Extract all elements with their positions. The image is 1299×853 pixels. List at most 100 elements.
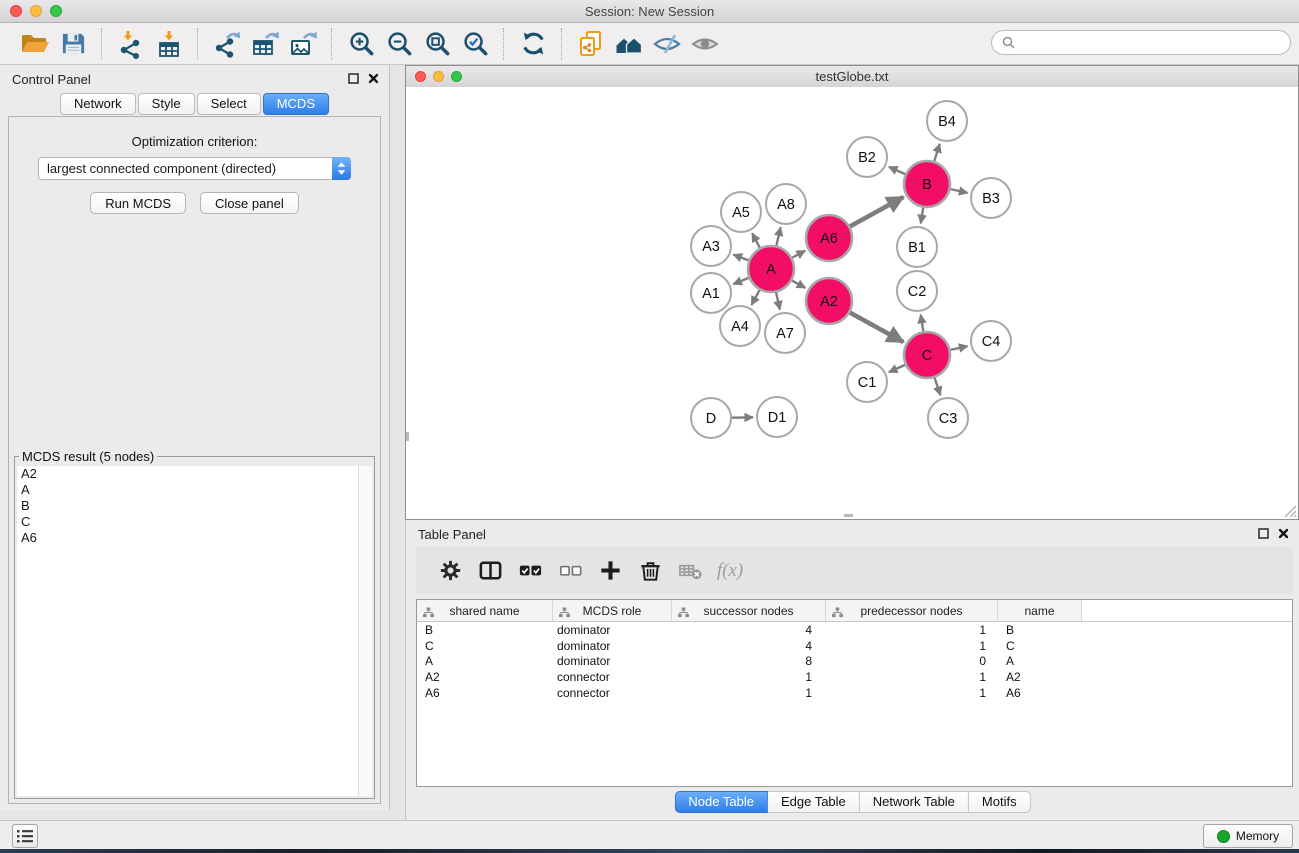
open-session-button[interactable] xyxy=(18,27,52,61)
hide-selected-button[interactable] xyxy=(650,27,684,61)
zoom-in-button[interactable] xyxy=(344,27,378,61)
edge-B-B1[interactable] xyxy=(921,208,923,224)
node-B[interactable]: B xyxy=(904,161,950,207)
close-panel-icon[interactable] xyxy=(368,73,379,84)
column-header-predecessor-nodes[interactable]: predecessor nodes xyxy=(826,600,998,621)
tab-network-table[interactable]: Network Table xyxy=(860,791,969,813)
node-A5[interactable]: A5 xyxy=(721,192,761,232)
node-A[interactable]: A xyxy=(748,246,794,292)
panel-toggle-button[interactable] xyxy=(12,824,38,848)
split-table-button[interactable] xyxy=(475,556,505,586)
select-all-rows-button[interactable] xyxy=(515,556,545,586)
close-window-button[interactable] xyxy=(10,5,22,17)
edge-A-A3[interactable] xyxy=(733,255,748,261)
edge-B-B3[interactable] xyxy=(950,189,967,193)
export-network-button[interactable] xyxy=(210,27,244,61)
edge-B-B4[interactable] xyxy=(934,144,939,161)
node-A1[interactable]: A1 xyxy=(691,273,731,313)
tab-motifs[interactable]: Motifs xyxy=(969,791,1031,813)
edge-A-A8[interactable] xyxy=(776,227,780,245)
result-item[interactable]: A6 xyxy=(17,530,358,546)
node-D1[interactable]: D1 xyxy=(757,397,797,437)
node-A8[interactable]: A8 xyxy=(766,184,806,224)
memory-button[interactable]: Memory xyxy=(1203,824,1293,848)
edge-A-A5[interactable] xyxy=(752,233,760,248)
result-item[interactable]: A xyxy=(17,482,358,498)
column-header-name[interactable]: name xyxy=(998,600,1082,621)
node-C2[interactable]: C2 xyxy=(897,271,937,311)
node-A2[interactable]: A2 xyxy=(806,278,852,324)
node-A4[interactable]: A4 xyxy=(720,306,760,346)
zoom-selected-button[interactable] xyxy=(458,27,492,61)
zoom-out-button[interactable] xyxy=(382,27,416,61)
table-row[interactable]: A6connector11A6 xyxy=(417,685,1292,701)
edge-A-A7[interactable] xyxy=(776,292,780,309)
table-row[interactable]: Bdominator41B xyxy=(417,622,1292,638)
result-scrollbar-track[interactable] xyxy=(358,466,372,796)
import-table-button[interactable] xyxy=(152,27,186,61)
clone-network-button[interactable] xyxy=(574,27,608,61)
delete-columns-button[interactable] xyxy=(635,556,665,586)
edge-A2-C[interactable] xyxy=(850,313,903,342)
table-row[interactable]: A2connector11A2 xyxy=(417,669,1292,685)
node-A7[interactable]: A7 xyxy=(765,313,805,353)
node-C4[interactable]: C4 xyxy=(971,321,1011,361)
criterion-select[interactable]: largest connected component (directed) xyxy=(38,157,351,180)
minimize-window-button[interactable] xyxy=(30,5,42,17)
result-item[interactable]: B xyxy=(17,498,358,514)
node-A6[interactable]: A6 xyxy=(806,215,852,261)
tab-style[interactable]: Style xyxy=(138,93,195,115)
refresh-view-button[interactable] xyxy=(516,27,550,61)
node-B1[interactable]: B1 xyxy=(897,227,937,267)
first-neighbors-button[interactable] xyxy=(612,27,646,61)
save-session-button[interactable] xyxy=(56,27,90,61)
export-table-button[interactable] xyxy=(248,27,282,61)
edge-B-B2[interactable] xyxy=(889,167,905,174)
float-panel-icon[interactable] xyxy=(348,73,359,84)
node-C[interactable]: C xyxy=(904,332,950,378)
zoom-window-button[interactable] xyxy=(50,5,62,17)
tab-network[interactable]: Network xyxy=(60,93,136,115)
network-canvas[interactable]: B4 B2 B B3 B1 A5A8A6 A3 A A1 A2 A4A7 C2 C4 C C1 C3 D D1 xyxy=(406,87,1298,519)
close-table-panel-icon[interactable] xyxy=(1278,528,1289,539)
deselect-all-rows-button[interactable] xyxy=(555,556,585,586)
export-image-button[interactable] xyxy=(286,27,320,61)
tab-mcds[interactable]: MCDS xyxy=(263,93,329,115)
add-column-button[interactable] xyxy=(595,556,625,586)
edge-A-A4[interactable] xyxy=(751,290,759,305)
zoom-fit-button[interactable] xyxy=(420,27,454,61)
tab-node-table[interactable]: Node Table xyxy=(674,791,768,813)
edge-A-A2[interactable] xyxy=(792,281,805,288)
tab-edge-table[interactable]: Edge Table xyxy=(768,791,860,813)
close-panel-button[interactable]: Close panel xyxy=(200,192,299,214)
node-B3[interactable]: B3 xyxy=(971,178,1011,218)
import-network-button[interactable] xyxy=(114,27,148,61)
node-C3[interactable]: C3 xyxy=(928,398,968,438)
edge-C-C2[interactable] xyxy=(921,315,924,332)
table-options-button[interactable] xyxy=(435,556,465,586)
node-A3[interactable]: A3 xyxy=(691,226,731,266)
column-header-shared-name[interactable]: shared name xyxy=(417,600,553,621)
column-header-successor-nodes[interactable]: successor nodes xyxy=(672,600,826,621)
tab-select[interactable]: Select xyxy=(197,93,261,115)
resize-grip[interactable] xyxy=(1282,503,1297,518)
search-input[interactable] xyxy=(1021,34,1280,51)
table-row[interactable]: Cdominator41C xyxy=(417,638,1292,654)
result-item[interactable]: A2 xyxy=(17,466,358,482)
column-header-MCDS-role[interactable]: MCDS role xyxy=(553,600,672,621)
edge-A-A1[interactable] xyxy=(733,278,748,284)
float-table-panel-icon[interactable] xyxy=(1258,528,1269,539)
table-row[interactable]: Adominator80A xyxy=(417,654,1292,670)
edge-A-A6[interactable] xyxy=(792,251,805,258)
edge-C-C3[interactable] xyxy=(935,378,941,395)
result-item[interactable]: C xyxy=(17,514,358,530)
node-D[interactable]: D xyxy=(691,398,731,438)
edge-A6-B[interactable] xyxy=(850,197,903,226)
edge-C-C1[interactable] xyxy=(889,365,905,372)
show-all-button[interactable] xyxy=(688,27,722,61)
run-mcds-button[interactable]: Run MCDS xyxy=(90,192,186,214)
node-B4[interactable]: B4 xyxy=(927,101,967,141)
node-B2[interactable]: B2 xyxy=(847,137,887,177)
node-C1[interactable]: C1 xyxy=(847,362,887,402)
edge-C-C4[interactable] xyxy=(950,346,967,350)
